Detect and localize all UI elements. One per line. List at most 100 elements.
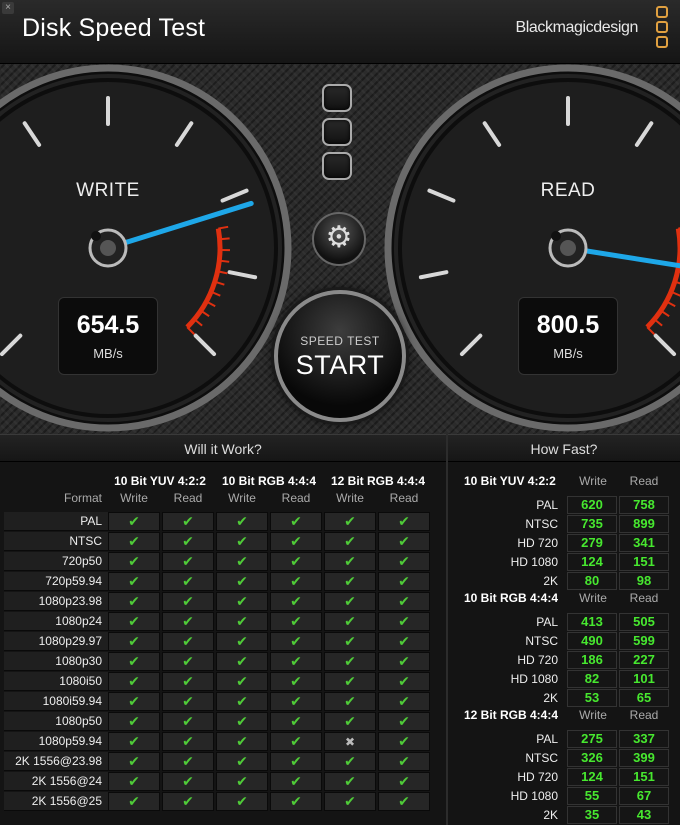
how-fast-format-name: HD 720 (517, 653, 558, 667)
how-fast-header: How Fast? (448, 434, 680, 462)
check-icon: ✔ (344, 673, 356, 689)
check-icon: ✔ (398, 573, 410, 589)
result-cell: ✔ (108, 672, 160, 691)
how-fast-row: PAL 620 758 (448, 496, 680, 515)
result-cell: ✔ (108, 752, 160, 771)
result-cell: ✔ (378, 612, 430, 631)
column-header-read: Read (389, 491, 419, 505)
check-icon: ✔ (398, 553, 410, 569)
status-light-1 (322, 84, 352, 112)
result-cell: ✔ (324, 672, 376, 691)
result-cell: ✔ (324, 612, 376, 631)
format-name: 1080p24 (55, 614, 102, 628)
result-cell: ✔ (378, 692, 430, 711)
check-icon: ✔ (236, 753, 248, 769)
check-icon: ✔ (182, 733, 194, 749)
check-icon: ✔ (182, 753, 194, 769)
table-row: 720p50 ✔ ✔ ✔ ✔ ✔ ✔ (4, 552, 432, 571)
read-speed-cell: 151 (619, 553, 669, 571)
how-fast-format-name: NTSC (525, 751, 558, 765)
check-icon: ✔ (182, 693, 194, 709)
result-cell: ✔ (162, 652, 214, 671)
result-cell: ✔ (108, 692, 160, 711)
how-fast-row: NTSC 490 599 (448, 632, 680, 651)
how-fast-row: 2K 53 65 (448, 689, 680, 708)
table-row: 1080p24 ✔ ✔ ✔ ✔ ✔ ✔ (4, 612, 432, 631)
result-cell: ✔ (270, 652, 322, 671)
read-speed-unit: MB/s (553, 346, 583, 361)
result-cell: ✔ (378, 752, 430, 771)
result-cell: ✔ (216, 532, 268, 551)
will-it-work-header: Will it Work? (0, 434, 446, 462)
result-cell: ✔ (378, 632, 430, 651)
status-light-3 (322, 152, 352, 180)
check-icon: ✔ (290, 573, 302, 589)
format-name: 1080i50 (59, 674, 102, 688)
format-name: 1080p29.97 (38, 634, 102, 648)
check-icon: ✔ (182, 533, 194, 549)
check-icon: ✔ (398, 513, 410, 529)
start-button-caption: SPEED TEST (300, 334, 380, 348)
check-icon: ✔ (344, 513, 356, 529)
result-cell: ✔ (162, 552, 214, 571)
check-icon: ✔ (182, 653, 194, 669)
read-speed-cell: 399 (619, 749, 669, 767)
result-cell: ✔ (162, 672, 214, 691)
check-icon: ✔ (236, 713, 248, 729)
result-cell: ✔ (162, 772, 214, 791)
how-fast-row: HD 720 186 227 (448, 651, 680, 670)
read-speed-cell: 227 (619, 651, 669, 669)
check-icon: ✔ (128, 733, 140, 749)
write-gauge-redline-tick (219, 237, 230, 241)
how-fast-read-header: Read (629, 591, 659, 605)
write-speed-cell: 279 (567, 534, 617, 552)
result-cell: ✔ (162, 692, 214, 711)
how-fast-row: HD 720 279 341 (448, 534, 680, 553)
close-icon[interactable]: × (2, 2, 14, 14)
check-icon: ✔ (182, 613, 194, 629)
result-cell: ✔ (324, 592, 376, 611)
check-icon: ✔ (398, 693, 410, 709)
result-cell: ✔ (324, 632, 376, 651)
check-icon: ✔ (344, 553, 356, 569)
settings-button[interactable]: ⚙ (312, 212, 366, 266)
check-icon: ✔ (236, 653, 248, 669)
result-cell: ✔ (270, 712, 322, 731)
result-cell: ✔ (108, 792, 160, 811)
read-speed-cell: 43 (619, 806, 669, 824)
result-cell: ✔ (378, 672, 430, 691)
how-fast-row: 2K 80 98 (448, 572, 680, 591)
table-row: PAL ✔ ✔ ✔ ✔ ✔ ✔ (4, 512, 432, 531)
result-cell: ✔ (108, 592, 160, 611)
check-icon: ✔ (236, 773, 248, 789)
check-icon: ✔ (236, 593, 248, 609)
how-fast-format-name: PAL (536, 498, 558, 512)
read-speed-cell: 337 (619, 730, 669, 748)
result-cell: ✔ (162, 592, 214, 611)
format-name: PAL (80, 514, 102, 528)
result-cell: ✔ (216, 792, 268, 811)
check-icon: ✔ (236, 633, 248, 649)
start-button[interactable]: SPEED TEST START (274, 290, 406, 422)
table-row: 2K 1556@24 ✔ ✔ ✔ ✔ ✔ ✔ (4, 772, 432, 791)
how-fast-format-name: 2K (543, 808, 558, 822)
check-icon: ✔ (290, 693, 302, 709)
result-cell: ✔ (324, 572, 376, 591)
read-gauge-needle-counterweight (551, 231, 561, 241)
check-icon: ✔ (182, 633, 194, 649)
check-icon: ✔ (344, 573, 356, 589)
result-cell: ✔ (378, 732, 430, 751)
gear-icon: ⚙ (325, 221, 353, 254)
how-fast-format-name: HD 1080 (510, 672, 558, 686)
column-header-write: Write (228, 491, 256, 505)
check-icon: ✔ (236, 573, 248, 589)
table-row: 720p59.94 ✔ ✔ ✔ ✔ ✔ ✔ (4, 572, 432, 591)
check-icon: ✔ (128, 693, 140, 709)
check-icon: ✔ (236, 533, 248, 549)
table-row: 1080i59.94 ✔ ✔ ✔ ✔ ✔ ✔ (4, 692, 432, 711)
check-icon: ✔ (344, 593, 356, 609)
check-icon: ✔ (128, 613, 140, 629)
result-cell: ✔ (270, 732, 322, 751)
result-cell: ✔ (162, 792, 214, 811)
group-header-12bit-rgb: 12 Bit RGB 4:4:4 (330, 474, 426, 488)
